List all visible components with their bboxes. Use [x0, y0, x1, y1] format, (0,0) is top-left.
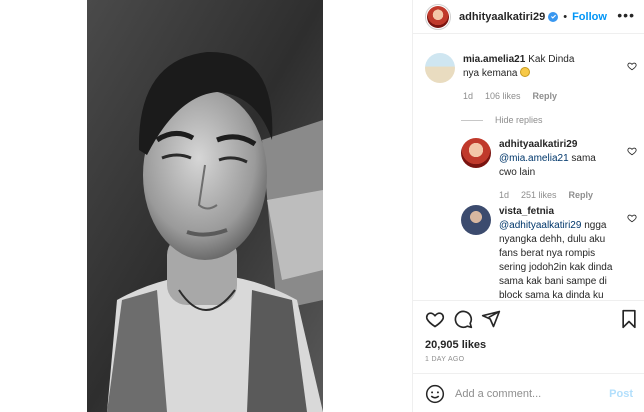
post-media-area	[0, 0, 412, 412]
reply-username[interactable]: adhityaalkatiri29	[499, 139, 577, 150]
portrait-photo-illustration	[87, 0, 323, 412]
post-comment-button[interactable]: Post	[609, 388, 633, 400]
reply-button[interactable]: Reply	[569, 188, 594, 202]
comment-item: mia.amelia21 Kak Dinda nya kemana 1d 106 …	[425, 53, 625, 103]
reply-username[interactable]: vista_fetnia	[499, 206, 554, 217]
reply-item: adhityaalkatiri29 @mia.amelia21 sama cwo…	[461, 138, 631, 202]
reply-button[interactable]: Reply	[533, 89, 558, 103]
separator-dot: •	[563, 10, 568, 23]
reply-avatar-image	[461, 138, 491, 168]
comment-time[interactable]: 1d	[463, 89, 473, 103]
like-reply-heart-icon[interactable]	[627, 146, 637, 156]
comment-body: mia.amelia21 Kak Dinda nya kemana 1d 106 …	[463, 53, 581, 103]
commenter-avatar-image	[425, 53, 455, 83]
commenter-avatar[interactable]	[425, 53, 455, 83]
bookmark-icon[interactable]	[619, 309, 639, 329]
reply-avatar[interactable]	[461, 205, 491, 235]
reply-text: ngga nyangka dehh, dulu aku fans berat n…	[499, 220, 613, 300]
author-username[interactable]: adhityaalkatiri29	[459, 11, 545, 23]
reply-body: adhityaalkatiri29 @mia.amelia21 sama cwo…	[499, 138, 609, 202]
reply-body: vista_fetnia @adhityaalkatiri29 ngga nya…	[499, 205, 617, 300]
reply-time[interactable]: 1d	[499, 188, 509, 202]
smiley-icon[interactable]	[425, 384, 445, 404]
author-avatar-image	[427, 5, 449, 28]
heart-icon[interactable]	[425, 309, 445, 329]
hide-replies-label: Hide replies	[495, 115, 543, 125]
comment-likes[interactable]: 106 likes	[485, 89, 521, 103]
more-options-icon[interactable]: •••	[617, 8, 635, 22]
post-side-panel: adhityaalkatiri29 • Follow ••• mia.ameli…	[412, 0, 644, 412]
reply-avatar-image	[461, 205, 491, 235]
post-actions: 20,905 likes 1 DAY AGO Post	[413, 300, 644, 412]
hide-replies-toggle[interactable]: Hide replies	[461, 115, 543, 125]
reply-mention[interactable]: @adhityaalkatiri29	[499, 220, 581, 231]
comment-meta: 1d 106 likes Reply	[463, 89, 581, 103]
post-photo[interactable]	[87, 0, 323, 412]
verified-icon	[548, 11, 559, 22]
post-header: adhityaalkatiri29 • Follow •••	[413, 0, 644, 34]
comment-icon[interactable]	[453, 309, 473, 329]
follow-button[interactable]: Follow	[572, 11, 607, 23]
reply-avatar[interactable]	[461, 138, 491, 168]
share-icon[interactable]	[481, 309, 501, 329]
like-comment-heart-icon[interactable]	[627, 61, 637, 71]
comment-username[interactable]: mia.amelia21	[463, 54, 525, 65]
like-reply-heart-icon[interactable]	[627, 213, 637, 223]
instagram-post-window: adhityaalkatiri29 • Follow ••• mia.ameli…	[0, 0, 644, 412]
comment-composer: Post	[413, 373, 644, 412]
reply-meta: 1d 251 likes Reply	[499, 188, 609, 202]
comment-input[interactable]	[455, 387, 595, 400]
post-date[interactable]: 1 DAY AGO	[425, 356, 464, 363]
likes-count[interactable]: 20,905 likes	[425, 339, 486, 351]
emoji-icon	[520, 67, 531, 77]
reply-mention[interactable]: @mia.amelia21	[499, 153, 569, 164]
reply-likes[interactable]: 251 likes	[521, 188, 557, 202]
author-avatar[interactable]	[425, 3, 451, 30]
comments-list[interactable]: mia.amelia21 Kak Dinda nya kemana 1d 106 …	[413, 35, 644, 300]
hide-replies-line	[461, 119, 483, 121]
reply-item: vista_fetnia @adhityaalkatiri29 ngga nya…	[461, 205, 631, 300]
